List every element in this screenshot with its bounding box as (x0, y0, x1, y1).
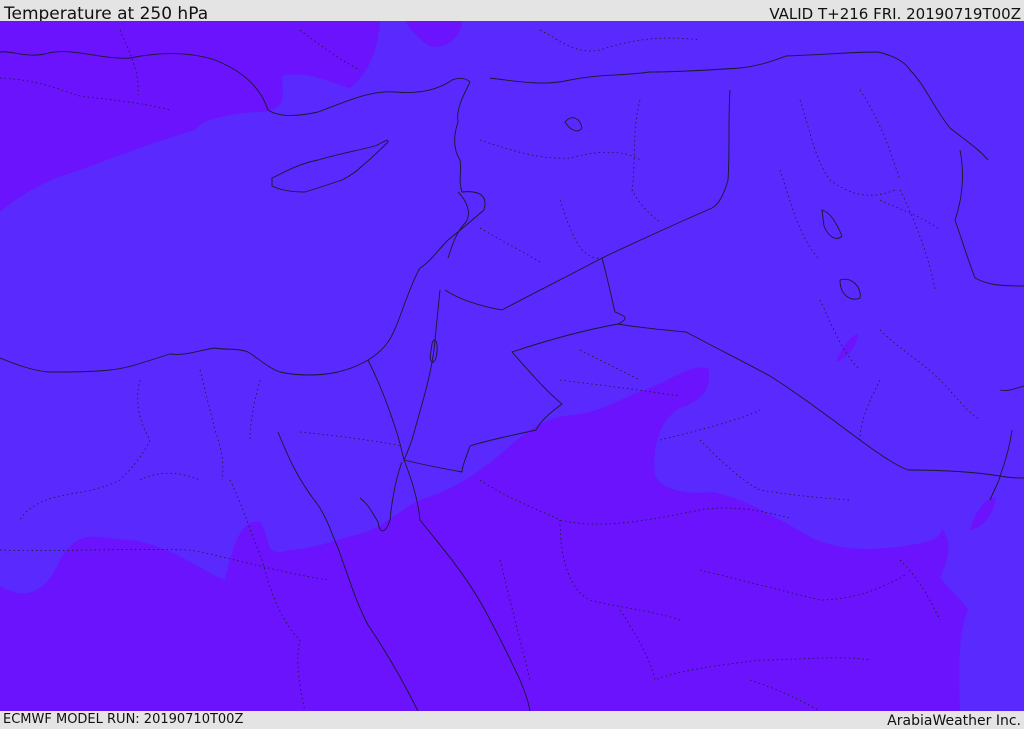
map-canvas (0, 21, 1024, 711)
model-run: ECMWF MODEL RUN: 20190710T00Z (3, 712, 244, 727)
footer-bar: ECMWF MODEL RUN: 20190710T00Z ArabiaWeat… (0, 711, 1024, 729)
header-bar: Temperature at 250 hPa VALID T+216 FRI. … (0, 0, 1024, 24)
credit-label: ArabiaWeather Inc. (887, 713, 1021, 729)
map-panel[interactable] (0, 21, 1024, 711)
